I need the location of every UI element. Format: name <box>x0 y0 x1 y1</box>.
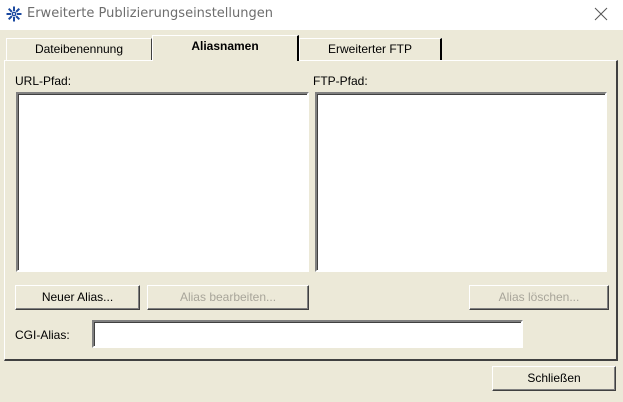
tab-label: Erweiterter FTP <box>327 42 412 56</box>
cgi-alias-input[interactable] <box>92 320 523 348</box>
close-icon[interactable] <box>593 6 609 22</box>
title-bar: Erweiterte Publizierungseinstellungen <box>0 0 623 30</box>
new-alias-button[interactable]: Neuer Alias... <box>15 285 140 310</box>
tab-aliasnamen[interactable]: Aliasnamen <box>152 35 299 61</box>
tab-dateibenennung[interactable]: Dateibenennung <box>6 38 152 60</box>
tab-panel-aliasnamen: URL-Pfad: FTP-Pfad: Neuer Alias... Alias… <box>4 60 618 361</box>
close-button-label: Schließen <box>527 371 581 385</box>
delete-alias-button[interactable]: Alias löschen... <box>469 285 609 310</box>
ftp-path-label: FTP-Pfad: <box>313 74 368 88</box>
url-path-label: URL-Pfad: <box>15 74 72 88</box>
new-alias-button-label: Neuer Alias... <box>41 290 114 304</box>
tab-label: Aliasnamen <box>191 39 259 53</box>
gear-star-icon <box>6 6 22 22</box>
delete-alias-button-label: Alias löschen... <box>498 290 580 304</box>
edit-alias-button[interactable]: Alias bearbeiten... <box>147 285 309 310</box>
url-path-list[interactable] <box>16 92 309 272</box>
ftp-path-list[interactable] <box>315 92 607 272</box>
edit-alias-button-label: Alias bearbeiten... <box>179 290 277 304</box>
tab-label: Dateibenennung <box>34 42 124 56</box>
tab-erweiterter-ftp[interactable]: Erweiterter FTP <box>299 38 442 60</box>
close-button[interactable]: Schließen <box>492 366 616 391</box>
window-title: Erweiterte Publizierungseinstellungen <box>27 6 273 21</box>
cgi-alias-label: CGI-Alias: <box>15 328 70 342</box>
